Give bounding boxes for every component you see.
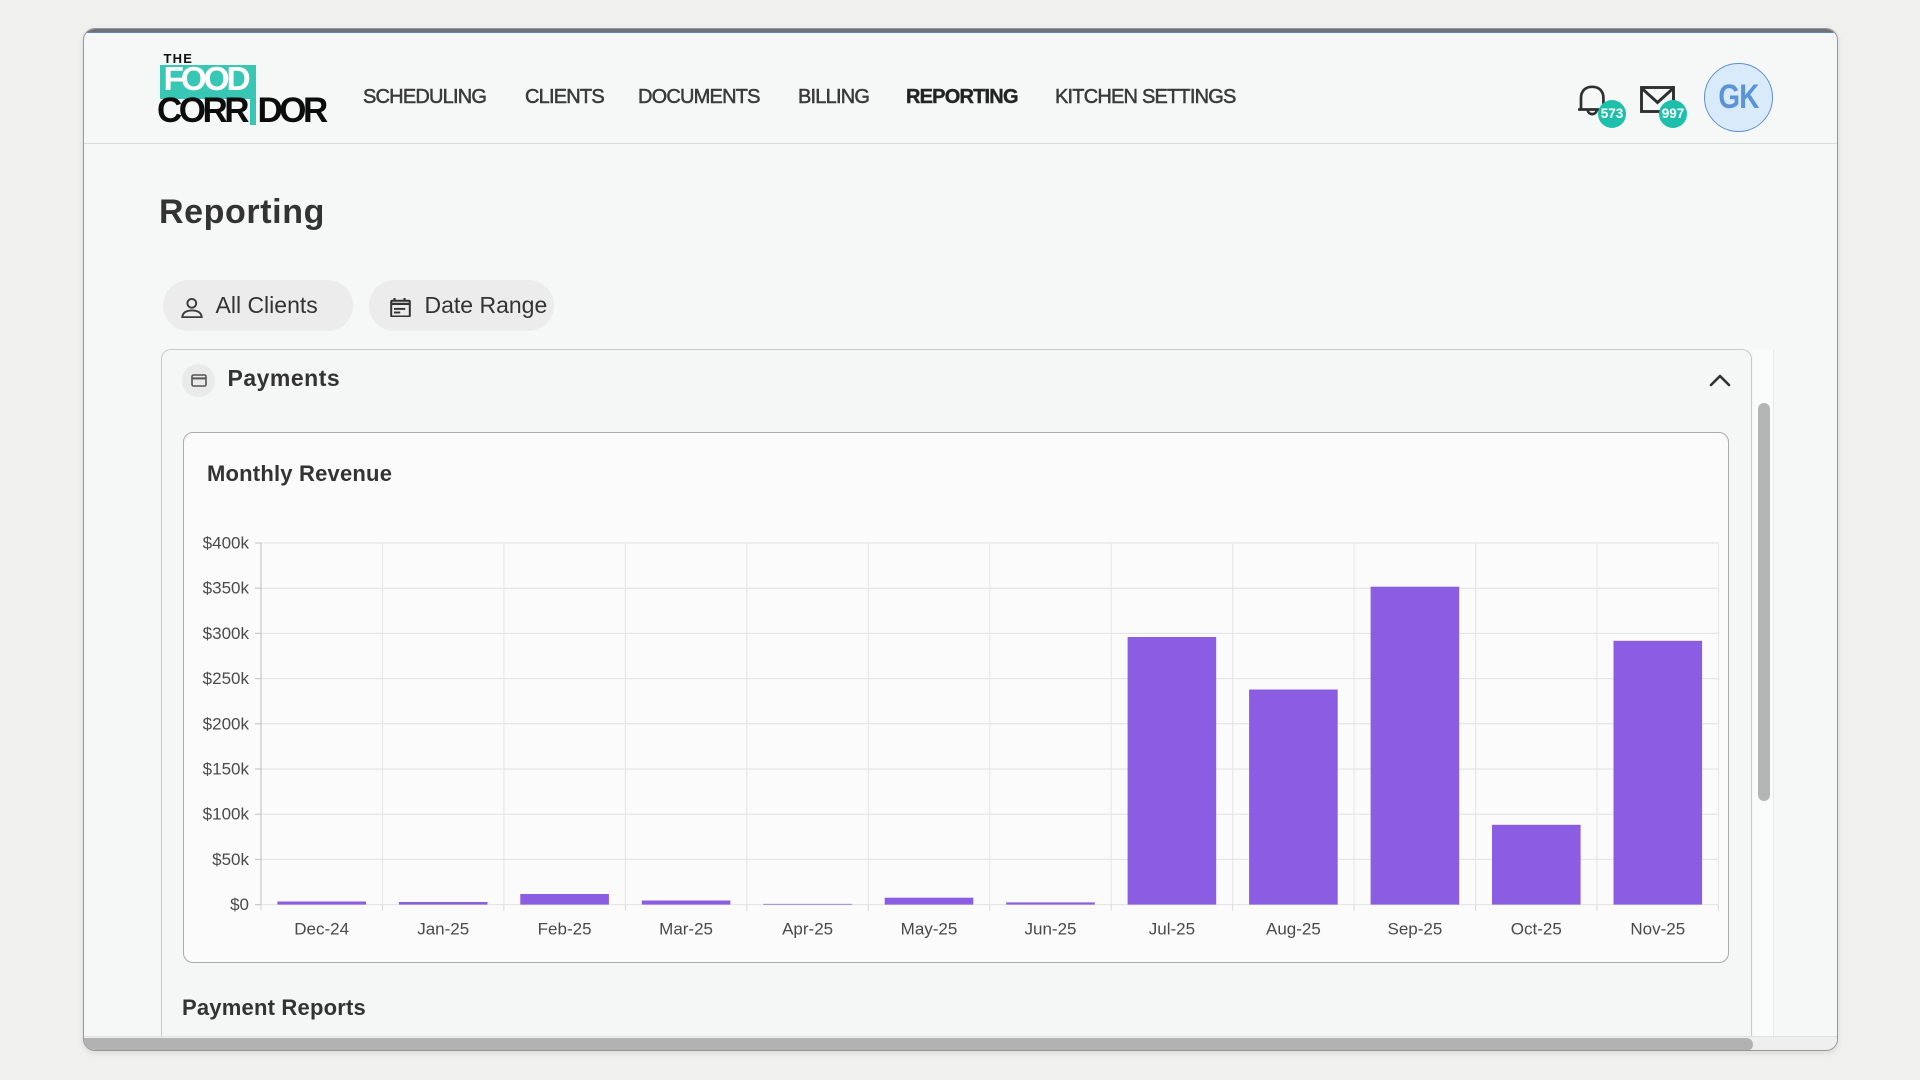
svg-text:May-25: May-25 <box>901 920 958 939</box>
svg-text:$150k: $150k <box>203 760 250 779</box>
svg-text:$100k: $100k <box>203 805 250 824</box>
svg-text:Jan-25: Jan-25 <box>417 920 469 939</box>
svg-text:Oct-25: Oct-25 <box>1511 920 1562 939</box>
svg-text:Jul-25: Jul-25 <box>1149 920 1195 939</box>
svg-text:Dec-24: Dec-24 <box>294 920 349 939</box>
svg-text:Aug-25: Aug-25 <box>1266 920 1321 939</box>
svg-text:$200k: $200k <box>203 714 250 733</box>
svg-text:Apr-25: Apr-25 <box>782 920 833 939</box>
svg-text:Jun-25: Jun-25 <box>1025 920 1077 939</box>
svg-text:Feb-25: Feb-25 <box>538 920 592 939</box>
svg-text:$250k: $250k <box>203 669 250 688</box>
svg-text:$350k: $350k <box>203 579 250 598</box>
svg-text:$50k: $50k <box>212 850 249 869</box>
svg-text:$400k: $400k <box>203 534 250 553</box>
svg-text:Mar-25: Mar-25 <box>659 920 713 939</box>
svg-text:$0: $0 <box>230 895 249 914</box>
svg-text:$300k: $300k <box>203 624 250 643</box>
svg-text:Sep-25: Sep-25 <box>1387 920 1442 939</box>
svg-text:Nov-25: Nov-25 <box>1630 920 1685 939</box>
